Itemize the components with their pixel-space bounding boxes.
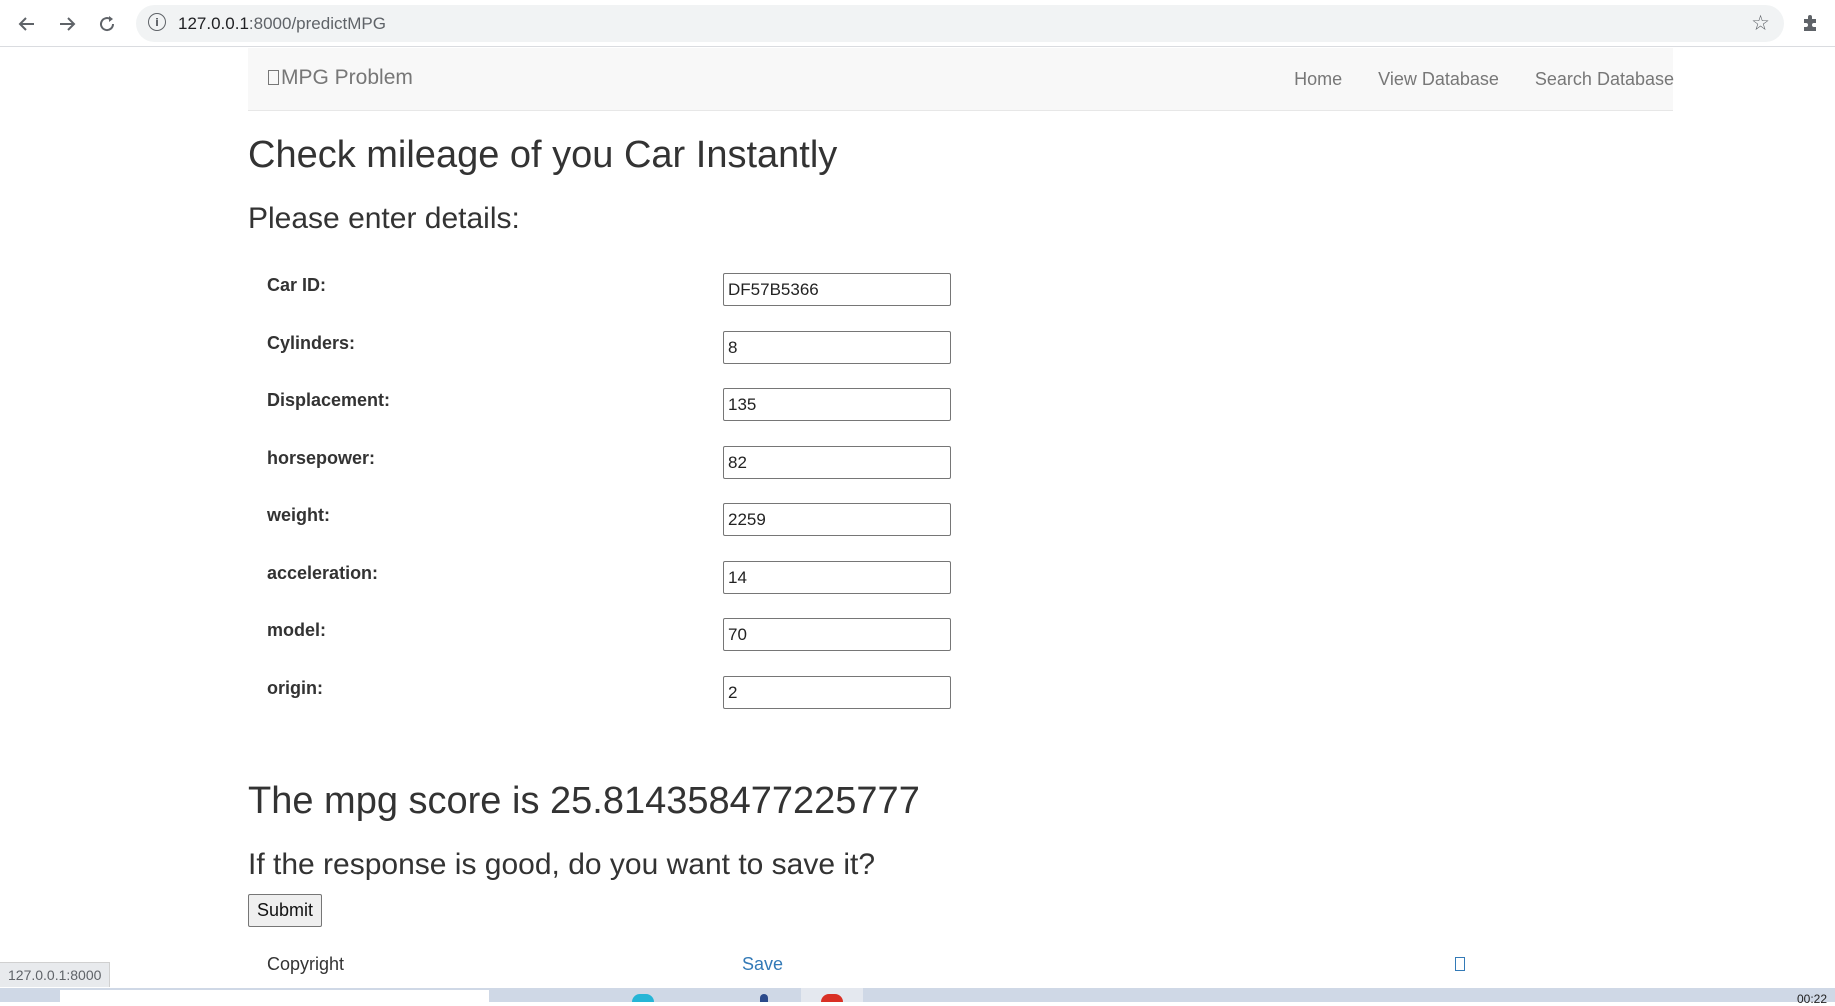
form-row-acceleration: acceleration: bbox=[248, 561, 1008, 601]
url-host: 127.0.0.1 bbox=[178, 14, 249, 33]
cylinders-input[interactable] bbox=[723, 331, 951, 364]
origin-input[interactable] bbox=[723, 676, 951, 709]
navbar-brand-label: MPG Problem bbox=[281, 66, 413, 89]
extensions-puzzle-icon[interactable] bbox=[1798, 11, 1822, 35]
horsepower-input[interactable] bbox=[723, 446, 951, 479]
displacement-input[interactable] bbox=[723, 388, 951, 421]
weight-input[interactable] bbox=[723, 503, 951, 536]
info-icon[interactable]: i bbox=[148, 13, 166, 31]
url-path: :8000/predictMPG bbox=[248, 14, 386, 33]
form-row-car-id: Car ID: bbox=[248, 273, 1008, 313]
cylinders-label: Cylinders: bbox=[267, 333, 356, 353]
form-row-model: model: bbox=[248, 618, 1008, 658]
navbar: MPG Problem Home View Database Search Da… bbox=[248, 48, 1674, 111]
weight-label: weight: bbox=[267, 505, 330, 525]
page-title: Check mileage of you Car Instantly bbox=[248, 134, 838, 176]
chrome-taskbar-icon[interactable] bbox=[821, 994, 843, 1002]
mpg-score-heading: The mpg score is 25.814358477225777 bbox=[248, 780, 920, 822]
car-id-input[interactable] bbox=[723, 273, 951, 306]
page-subtitle: Please enter details: bbox=[248, 202, 520, 235]
reload-icon[interactable] bbox=[93, 10, 121, 38]
form-row-cylinders: Cylinders: bbox=[248, 331, 1008, 371]
taskbar-search-box[interactable] bbox=[60, 990, 489, 1002]
taskbar-active-app[interactable] bbox=[801, 988, 863, 1002]
form-row-origin: origin: bbox=[248, 676, 1008, 716]
car-id-label: Car ID: bbox=[267, 275, 327, 295]
submit-button[interactable]: Submit bbox=[248, 894, 322, 927]
form-row-displacement: Displacement: bbox=[248, 388, 1008, 428]
displacement-label: Displacement: bbox=[267, 390, 391, 410]
footer-missing-glyph-icon[interactable] bbox=[1455, 957, 1465, 971]
forward-arrow-icon[interactable] bbox=[53, 10, 81, 38]
acceleration-label: acceleration: bbox=[267, 563, 379, 583]
browser-toolbar: i 127.0.0.1:8000/predictMPG ☆ bbox=[0, 0, 1835, 47]
navbar-brand[interactable]: MPG Problem bbox=[268, 66, 413, 90]
address-bar[interactable]: i 127.0.0.1:8000/predictMPG ☆ bbox=[136, 5, 1784, 42]
nav-link-search-database[interactable]: Search Database bbox=[1517, 69, 1692, 90]
form-row-horsepower: horsepower: bbox=[248, 446, 1008, 486]
save-prompt-heading: If the response is good, do you want to … bbox=[248, 848, 876, 881]
missing-glyph-icon bbox=[268, 70, 279, 85]
nav-link-view-database[interactable]: View Database bbox=[1360, 69, 1517, 90]
horsepower-label: horsepower: bbox=[267, 448, 376, 468]
nav-links: Home View Database Search Database bbox=[1276, 48, 1692, 111]
nav-link-home[interactable]: Home bbox=[1276, 69, 1360, 90]
address-url: 127.0.0.1:8000/predictMPG bbox=[178, 14, 386, 34]
taskbar-clock: 00:22 bbox=[1796, 992, 1827, 1006]
model-input[interactable] bbox=[723, 618, 951, 651]
model-label: model: bbox=[267, 620, 327, 640]
taskbar: 00:22 bbox=[0, 988, 1835, 1006]
bookmark-star-icon[interactable]: ☆ bbox=[1751, 11, 1770, 35]
acceleration-input[interactable] bbox=[723, 561, 951, 594]
taskbar-app-icon[interactable] bbox=[632, 994, 654, 1002]
status-bar-url: 127.0.0.1:8000 bbox=[0, 962, 111, 987]
back-arrow-icon[interactable] bbox=[13, 10, 41, 38]
footer-save-link[interactable]: Save bbox=[742, 954, 783, 975]
origin-label: origin: bbox=[267, 678, 323, 698]
footer-copyright: Copyright bbox=[267, 954, 345, 974]
taskbar-app-icon[interactable] bbox=[760, 994, 768, 1002]
form-row-weight: weight: bbox=[248, 503, 1008, 543]
